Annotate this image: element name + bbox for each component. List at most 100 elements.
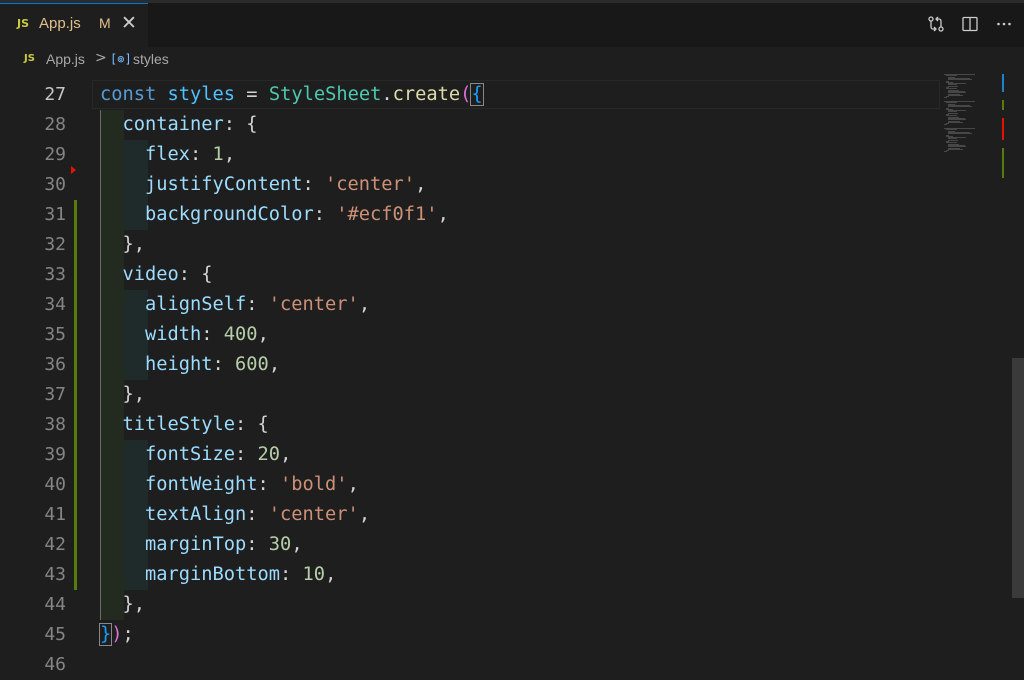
code-text: flex: 1, xyxy=(100,140,235,170)
close-icon[interactable]: ✕ xyxy=(118,12,140,34)
tab-bar: JS App.js M ✕ xyxy=(0,3,1024,47)
line-number: 33 xyxy=(44,264,66,285)
line-number: 34 xyxy=(44,294,66,315)
code-token: : xyxy=(313,204,337,225)
code-editor[interactable]: 27 const styles = StyleSheet.create({28 c… xyxy=(0,80,1012,677)
git-modified-marker[interactable] xyxy=(74,350,77,380)
code-line[interactable]: 46 xyxy=(0,650,940,680)
code-token: , xyxy=(358,504,371,525)
code-token: : { xyxy=(178,264,213,285)
javascript-file-icon: JS xyxy=(24,53,35,64)
code-token: , xyxy=(291,534,303,555)
code-line[interactable]: 33 video: { xyxy=(0,260,940,290)
git-modified-marker[interactable] xyxy=(74,290,77,320)
git-modified-marker[interactable] xyxy=(74,500,77,530)
code-token: : xyxy=(246,294,269,315)
code-token: 'center' xyxy=(325,174,416,195)
code-line[interactable]: 30 justifyContent: 'center', xyxy=(0,166,940,200)
code-line[interactable]: 27 const styles = StyleSheet.create({ xyxy=(0,80,940,110)
line-number: 31 xyxy=(44,204,66,225)
git-modified-marker[interactable] xyxy=(74,200,77,230)
minimap-line xyxy=(944,97,947,99)
code-token: }, xyxy=(100,384,146,405)
git-modified-marker[interactable] xyxy=(74,560,77,590)
minimap-change-marker xyxy=(1002,148,1004,178)
code-token: , xyxy=(257,324,269,345)
code-token: : xyxy=(201,324,224,345)
line-number: 41 xyxy=(44,504,66,525)
code-token: : { xyxy=(223,114,258,135)
code-token: : xyxy=(212,354,236,375)
code-line[interactable]: 41 textAlign: 'center', xyxy=(0,500,940,530)
code-token: : xyxy=(190,144,213,165)
code-token: 400 xyxy=(223,324,258,345)
code-line[interactable]: 40 fontWeight: 'bold', xyxy=(0,470,940,500)
code-token: , xyxy=(358,294,371,315)
code-token: ; xyxy=(122,624,134,645)
code-line[interactable]: 31 backgroundColor: '#ecf0f1', xyxy=(0,200,940,230)
tab-app-js[interactable]: JS App.js M ✕ xyxy=(0,3,148,47)
minimap[interactable] xyxy=(940,70,1012,677)
code-token: container xyxy=(122,114,224,135)
line-number: 37 xyxy=(44,384,66,405)
minimap-change-marker xyxy=(1002,100,1004,110)
code-text: }, xyxy=(100,380,146,410)
code-line[interactable]: 37 }, xyxy=(0,380,940,410)
code-token: fontWeight xyxy=(145,474,258,495)
git-modified-marker[interactable] xyxy=(74,230,77,260)
git-deleted-marker[interactable] xyxy=(71,166,76,174)
line-number: 42 xyxy=(44,534,66,555)
code-line[interactable]: 34 alignSelf: 'center', xyxy=(0,290,940,320)
code-line[interactable]: 43 marginBottom: 10, xyxy=(0,560,940,590)
line-number: 43 xyxy=(44,564,66,585)
code-line[interactable]: 39 fontSize: 20, xyxy=(0,440,940,470)
code-token: , xyxy=(437,204,449,225)
code-token: const xyxy=(100,84,157,105)
git-modified-marker[interactable] xyxy=(74,440,77,470)
code-token: marginBottom xyxy=(145,564,281,585)
code-line[interactable]: 36 height: 600, xyxy=(0,350,940,380)
code-line[interactable]: 45}); xyxy=(0,620,940,650)
minimap-line xyxy=(944,151,947,153)
minimap-line xyxy=(947,112,959,114)
code-line[interactable]: 28 container: { xyxy=(0,110,940,140)
breadcrumb-file[interactable]: App.js xyxy=(46,51,85,67)
line-number: 40 xyxy=(44,474,66,495)
code-token: 30 xyxy=(268,534,292,555)
code-line[interactable]: 29 flex: 1, xyxy=(0,140,940,170)
git-modified-marker[interactable] xyxy=(74,470,77,500)
code-line[interactable]: 38 titleStyle: { xyxy=(0,410,940,440)
scrollbar-thumb[interactable] xyxy=(1012,358,1024,598)
code-token: , xyxy=(223,144,236,165)
code-token: : xyxy=(235,444,258,465)
git-modified-marker[interactable] xyxy=(74,320,77,350)
git-modified-marker[interactable] xyxy=(74,530,77,560)
code-token: , xyxy=(415,174,427,195)
open-changes-icon[interactable] xyxy=(924,12,948,36)
code-token: alignSelf xyxy=(145,294,247,315)
code-line[interactable]: 35 width: 400, xyxy=(0,320,940,350)
git-modified-marker[interactable] xyxy=(74,260,77,290)
code-line[interactable]: 44 }, xyxy=(0,590,940,620)
line-number: 30 xyxy=(44,174,66,195)
vertical-scrollbar[interactable] xyxy=(1012,70,1024,677)
code-token: , xyxy=(280,444,292,465)
code-text: titleStyle: { xyxy=(100,410,269,440)
variable-symbol-icon: [⊚] xyxy=(110,52,132,66)
code-line[interactable]: 42 marginTop: 30, xyxy=(0,530,940,560)
more-actions-icon[interactable] xyxy=(992,12,1016,36)
code-line[interactable]: 32 }, xyxy=(0,230,940,260)
git-modified-marker[interactable] xyxy=(74,410,77,440)
code-token: 600 xyxy=(235,354,269,375)
code-token: 20 xyxy=(257,444,281,465)
breadcrumb-symbol[interactable]: styles xyxy=(133,51,169,67)
split-editor-icon[interactable] xyxy=(958,12,982,36)
code-text: marginTop: 30, xyxy=(100,530,303,560)
line-number: 44 xyxy=(44,594,66,615)
code-token: : xyxy=(257,474,281,495)
git-modified-marker[interactable] xyxy=(74,380,77,410)
